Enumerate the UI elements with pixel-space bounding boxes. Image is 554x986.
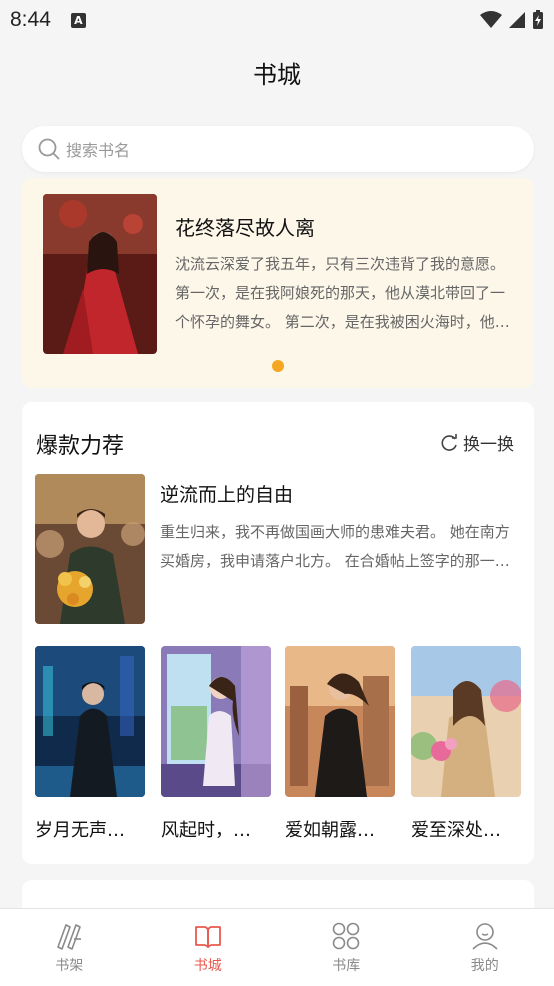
tab-library[interactable]: 书库 [277, 909, 416, 986]
book-title[interactable]: 爱至深处… [411, 816, 521, 842]
featured-banner[interactable]: 花终落尽故人离 沈流云深爱了我五年，只有三次违背了我的意愿。 第一次，是在我阿娘… [22, 178, 534, 388]
tab-label: 书架 [55, 958, 84, 974]
signal-icon [509, 12, 525, 28]
refresh-icon [441, 433, 457, 451]
book-title[interactable]: 岁月无声… [35, 816, 145, 842]
book-cover[interactable] [285, 646, 395, 797]
status-time: 8:44 [10, 8, 51, 31]
tab-bookstore[interactable]: 书城 [139, 909, 278, 986]
carousel-indicator [272, 360, 284, 372]
banner-book-description: 沈流云深爱了我五年，只有三次违背了我的意愿。 第一次，是在我阿娘死的那天，他从漠… [175, 255, 510, 331]
tab-label: 我的 [470, 958, 499, 974]
page-header: 书城 [0, 40, 554, 104]
bottom-tab-bar: 书架 书城 书库 我的 [0, 908, 554, 986]
hot-recommend-section: 爆款力荐 换一换 逆流而上的自由 重生归来，我不再做国画大师的患难夫君。 她在南… [22, 402, 534, 864]
refresh-label: 换一换 [463, 435, 514, 455]
book-cover[interactable] [411, 646, 521, 797]
search-placeholder: 搜索书名 [66, 141, 131, 160]
tab-profile[interactable]: 我的 [416, 909, 554, 986]
wifi-icon [480, 11, 502, 28]
search-input[interactable]: 搜索书名 [22, 126, 534, 172]
book-card[interactable]: 爱至深处… [411, 646, 521, 842]
book-cover[interactable] [161, 646, 271, 797]
notification-icon: A [70, 12, 86, 28]
banner-cover-image[interactable] [43, 194, 157, 354]
section-title: 爆款力荐 [36, 434, 125, 459]
profile-icon [472, 923, 498, 950]
tab-label: 书库 [332, 958, 361, 974]
book-card[interactable]: 爱如朝露… [285, 646, 395, 842]
tab-bookshelf[interactable]: 书架 [0, 909, 139, 986]
grid-icon [332, 922, 360, 950]
book-card[interactable]: 风起时，… [161, 646, 271, 842]
refresh-button[interactable]: 换一换 [439, 430, 514, 455]
featured-book-cover[interactable] [35, 474, 145, 624]
page-title: 书城 [253, 60, 301, 89]
bookshelf-icon [57, 924, 82, 950]
banner-book-title[interactable]: 花终落尽故人离 [175, 212, 315, 241]
tab-label: 书城 [193, 958, 222, 974]
status-bar: 8:44 A [0, 0, 554, 40]
book-open-icon [194, 926, 221, 948]
book-card[interactable]: 岁月无声… [35, 646, 145, 842]
book-title[interactable]: 爱如朝露… [285, 816, 395, 842]
search-icon [38, 138, 60, 160]
book-title[interactable]: 风起时，… [161, 816, 271, 842]
book-cover[interactable] [35, 646, 145, 797]
battery-icon [533, 10, 543, 29]
featured-book-title[interactable]: 逆流而上的自由 [160, 480, 293, 507]
featured-book-description: 重生归来，我不再做国画大师的患难夫君。 她在南方买婚房，我申请落户北方。 在合婚… [160, 523, 510, 570]
